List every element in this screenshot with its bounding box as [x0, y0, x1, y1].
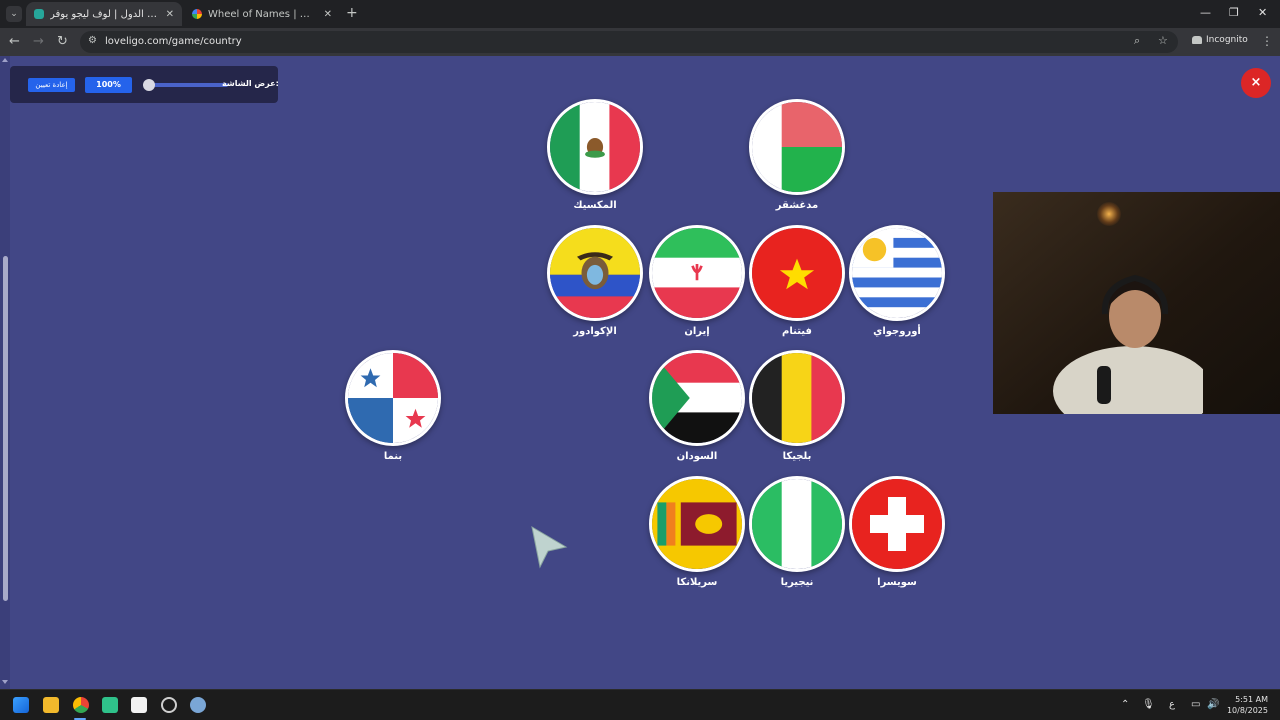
- zoom-slider-track[interactable]: [148, 83, 228, 87]
- close-game-button[interactable]: ×: [1241, 68, 1271, 98]
- belgium-flag-icon: [749, 350, 845, 446]
- chat-app-icon[interactable]: [102, 697, 118, 713]
- country-madagascar[interactable]: مدغشقر: [747, 99, 847, 211]
- country-srilanka[interactable]: سريلانكا: [647, 476, 747, 588]
- url-text[interactable]: loveligo.com/game/country: [105, 36, 242, 47]
- speaker-icon[interactable]: 🔊: [1207, 699, 1219, 710]
- country-name: المكسيك: [573, 200, 617, 211]
- clock-time: 5:51 AM: [1235, 695, 1268, 704]
- country-name: بنما: [383, 451, 403, 462]
- windows-taskbar: ⌃ 🎙 ع ▭ 🔊 5:51 AM 10/8/2025: [0, 689, 1280, 720]
- tab-game[interactable]: لعبة حرب الدول | لوف ليجو يوفر ✕: [26, 2, 182, 26]
- panama-flag-icon: [345, 350, 441, 446]
- zoom-icon[interactable]: ⌕: [1134, 34, 1140, 48]
- country-panama[interactable]: بنما: [343, 350, 443, 462]
- country-name: مدغشقر: [775, 200, 819, 211]
- reload-icon[interactable]: ↻: [57, 34, 68, 49]
- scroll-up-icon[interactable]: [2, 58, 8, 62]
- tab-close-icon[interactable]: ✕: [166, 9, 174, 20]
- country-name: الإكوادور: [573, 326, 617, 337]
- tab-search-icon[interactable]: ⌄: [6, 6, 22, 22]
- browser-tabstrip: ⌄ لعبة حرب الدول | لوف ليجو يوفر ✕ Wheel…: [0, 0, 1280, 28]
- mexico-flag-icon: [547, 99, 643, 195]
- country-belgium[interactable]: بلجيكا: [747, 350, 847, 462]
- browser-menu-icon[interactable]: ⋮: [1261, 34, 1273, 48]
- country-name: سويسرا: [877, 577, 917, 588]
- ecuador-flag-icon: [547, 225, 643, 321]
- nigeria-flag-icon: [749, 476, 845, 572]
- country-vietnam[interactable]: فيتنام: [747, 225, 847, 337]
- forward-arrow-icon[interactable]: →: [33, 34, 44, 49]
- iran-flag-icon: [649, 225, 745, 321]
- network-icon[interactable]: ▭: [1191, 699, 1200, 710]
- window-close-icon[interactable]: ✕: [1258, 6, 1267, 19]
- tray-overflow-icon[interactable]: ⌃: [1121, 699, 1129, 710]
- system-clock[interactable]: 5:51 AM 10/8/2025: [1224, 694, 1268, 716]
- obs-app-icon[interactable]: [161, 697, 177, 713]
- zoom-control-panel: إعادة تعيين 100% عرض الشاشة:: [10, 66, 279, 103]
- windows-start-icon[interactable]: [13, 697, 29, 713]
- input-language[interactable]: ع: [1169, 699, 1175, 710]
- game-favicon-icon: [34, 9, 44, 19]
- chrome-icon[interactable]: [73, 697, 89, 713]
- country-ecuador[interactable]: الإكوادور: [545, 225, 645, 337]
- country-switzerland[interactable]: سويسرا: [847, 476, 947, 588]
- clock-date: 10/8/2025: [1226, 706, 1268, 715]
- switzerland-flag-icon: [849, 476, 945, 572]
- country-iran[interactable]: إيران: [647, 225, 747, 337]
- country-nigeria[interactable]: نيجيريا: [747, 476, 847, 588]
- webcam-overlay: [993, 192, 1280, 414]
- country-name: سريلانكا: [676, 577, 718, 588]
- lamp-light-icon: [1097, 202, 1121, 226]
- country-name: نيجيريا: [780, 577, 814, 588]
- minimize-icon[interactable]: —: [1200, 6, 1211, 19]
- browser-toolbar: ← → ↻ ⚙ loveligo.com/game/country ⌕ ☆ In…: [0, 28, 1280, 56]
- country-name: بلجيكا: [782, 451, 812, 462]
- zoom-label: عرض الشاشة:: [222, 79, 279, 88]
- scroll-down-icon[interactable]: [2, 680, 8, 684]
- zoom-slider-thumb[interactable]: [143, 79, 155, 91]
- uruguay-flag-icon: [849, 225, 945, 321]
- tab-title: Wheel of Names | اسم العشوائي: [208, 8, 318, 20]
- tab-title: لعبة حرب الدول | لوف ليجو يوفر: [50, 8, 160, 20]
- country-mexico[interactable]: المكسيك: [545, 99, 645, 211]
- page-scrollbar[interactable]: [0, 56, 10, 689]
- microphone-icon[interactable]: 🎙: [1142, 699, 1155, 710]
- tab-close-icon[interactable]: ✕: [324, 9, 332, 20]
- bookmark-star-icon[interactable]: ☆: [1158, 34, 1168, 47]
- country-name: إيران: [684, 326, 710, 337]
- pointer-arrow-icon: [530, 525, 568, 573]
- vietnam-flag-icon: [749, 225, 845, 321]
- incognito-icon: [1192, 36, 1202, 44]
- streamer-figure-icon: [1053, 274, 1203, 414]
- capcut-app-icon[interactable]: [131, 697, 147, 713]
- address-bar[interactable]: ⚙ loveligo.com/game/country ⌕ ☆: [80, 31, 1178, 53]
- incognito-label: Incognito: [1206, 35, 1248, 45]
- country-name: فيتنام: [782, 326, 812, 337]
- wheel-favicon-icon: [192, 9, 202, 19]
- country-name: السودان: [676, 451, 718, 462]
- madagascar-flag-icon: [749, 99, 845, 195]
- sudan-flag-icon: [649, 350, 745, 446]
- country-sudan[interactable]: السودان: [647, 350, 747, 462]
- incognito-indicator[interactable]: Incognito: [1192, 35, 1248, 45]
- country-uruguay[interactable]: أوروجواي: [847, 225, 947, 337]
- site-info-icon[interactable]: ⚙: [88, 35, 97, 46]
- country-name: أوروجواي: [873, 326, 921, 337]
- reset-button[interactable]: إعادة تعيين: [28, 78, 75, 92]
- new-tab-icon[interactable]: +: [346, 5, 358, 21]
- settings-icon[interactable]: [190, 697, 206, 713]
- srilanka-flag-icon: [649, 476, 745, 572]
- zoom-value: 100%: [85, 77, 132, 93]
- tab-wheel-of-names[interactable]: Wheel of Names | اسم العشوائي ✕: [184, 2, 340, 26]
- game-page: إعادة تعيين 100% عرض الشاشة: × المكسيك م…: [0, 56, 1280, 689]
- file-explorer-icon[interactable]: [43, 697, 59, 713]
- back-arrow-icon[interactable]: ←: [9, 34, 20, 49]
- restore-icon[interactable]: ❐: [1229, 6, 1239, 19]
- scrollbar-thumb[interactable]: [3, 256, 8, 601]
